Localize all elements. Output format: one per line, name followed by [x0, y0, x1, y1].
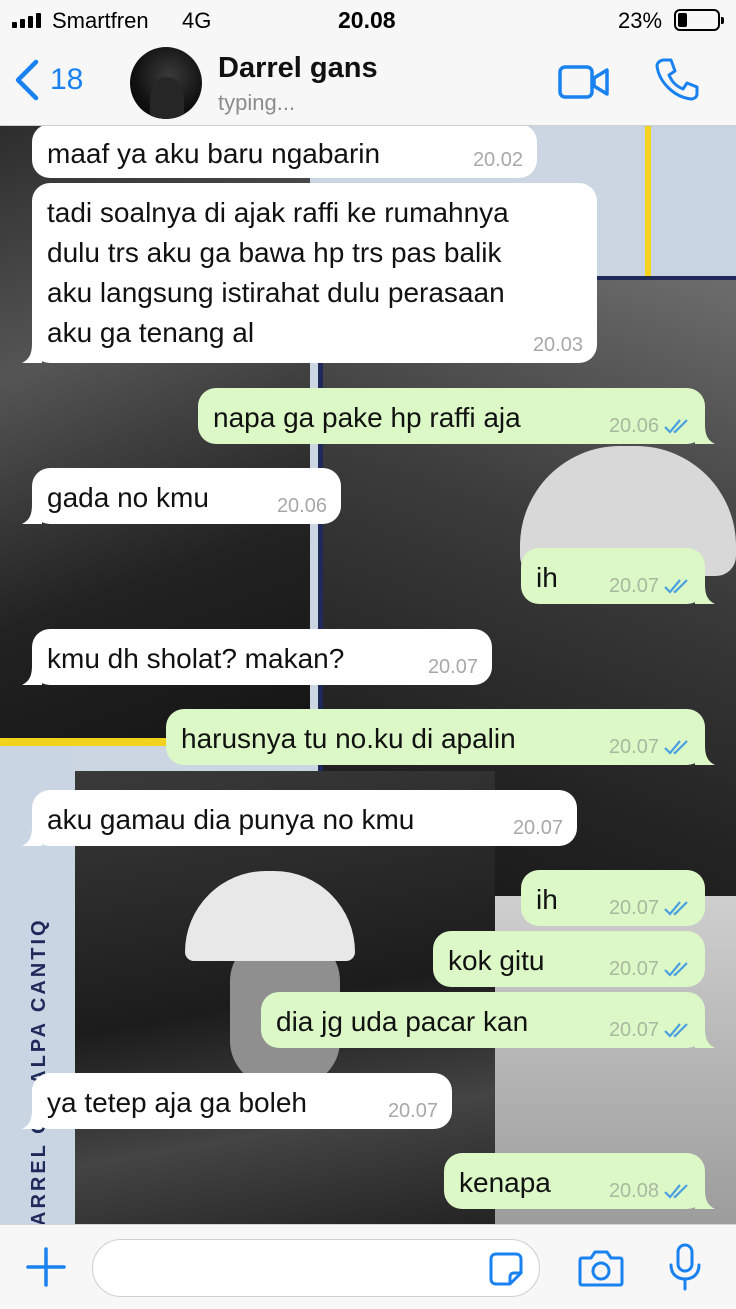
- message-text: ya tetep aja ga boleh: [47, 1087, 307, 1118]
- message-bubble-incoming[interactable]: kmu dh sholat? makan? 20.07: [22, 629, 492, 685]
- message-time: 20.07: [512, 817, 563, 839]
- message-meta: 20.07: [609, 957, 691, 981]
- message-text: kmu dh sholat? makan?: [47, 643, 345, 674]
- message-time: 20.07: [427, 656, 478, 678]
- chat-header: 18 Darrel gans typing...: [0, 40, 736, 126]
- message-text: ih: [536, 884, 558, 915]
- message-bubble-incoming[interactable]: aku gamau dia punya no kmu 20.07: [22, 790, 577, 846]
- message-time: 20.06: [276, 495, 327, 517]
- message-bubble-incoming[interactable]: maaf ya aku baru ngabarin 20.02: [32, 124, 537, 178]
- message-bubble-outgoing[interactable]: ih 20.07: [521, 870, 705, 926]
- read-ticks-icon: [664, 1023, 688, 1038]
- bubble-tail: [22, 826, 42, 846]
- background-stripe: [645, 126, 651, 276]
- message-bubble-incoming[interactable]: tadi soalnya di ajak raffi ke rumahnya d…: [22, 183, 597, 363]
- message-text: kenapa: [459, 1167, 551, 1198]
- read-ticks-icon: [664, 740, 688, 755]
- message-meta: 20.03: [533, 333, 583, 357]
- message-meta: 20.07: [609, 1018, 691, 1042]
- message-bubble-incoming[interactable]: gada no kmu 20.06: [22, 468, 341, 524]
- bubble-tail: [22, 1109, 42, 1129]
- message-time: 20.07: [387, 1100, 438, 1122]
- bubble-tail: [22, 665, 42, 685]
- message-text: napa ga pake hp raffi aja: [213, 402, 521, 433]
- message-text: maaf ya aku baru ngabarin: [47, 138, 381, 169]
- read-ticks-icon: [664, 901, 688, 916]
- message-bubble-outgoing[interactable]: dia jg uda pacar kan 20.07: [261, 992, 715, 1048]
- unread-count: 18: [50, 63, 84, 96]
- network-type: 4G: [182, 8, 212, 33]
- message-text: kok gitu: [448, 945, 545, 976]
- message-meta: 20.07: [513, 816, 563, 840]
- bubble-tail: [695, 1189, 715, 1209]
- battery-percentage: 23%: [618, 8, 663, 33]
- background-caption: ARREL G x ALPA CANTIQ: [28, 917, 50, 1224]
- camera-icon[interactable]: [578, 1249, 624, 1287]
- signal-strength-icon: [12, 12, 41, 28]
- read-ticks-icon: [664, 962, 688, 977]
- bubble-tail: [695, 745, 715, 765]
- message-meta: 20.07: [609, 574, 691, 598]
- message-meta: 20.07: [609, 896, 691, 920]
- message-text: gada no kmu: [47, 482, 209, 513]
- message-time: 20.07: [608, 736, 659, 758]
- message-time: 20.07: [608, 897, 659, 919]
- message-bubble-incoming[interactable]: ya tetep aja ga boleh 20.07: [22, 1073, 452, 1129]
- message-text: harusnya tu no.ku di apalin: [181, 723, 516, 754]
- contact-status: typing...: [218, 90, 296, 115]
- back-chevron-icon: [15, 59, 39, 101]
- phone-call-icon[interactable]: [654, 56, 700, 102]
- message-time: 20.07: [608, 958, 659, 980]
- message-time: 20.06: [608, 415, 659, 437]
- message-input-bar: [0, 1224, 736, 1309]
- microphone-icon[interactable]: [668, 1243, 702, 1291]
- message-text: dia jg uda pacar kan: [276, 1006, 529, 1037]
- bubble-tail: [695, 424, 715, 444]
- video-call-icon[interactable]: [558, 62, 610, 102]
- bubble-tail: [22, 504, 42, 524]
- battery-icon: [674, 9, 724, 31]
- message-meta: 20.07: [388, 1099, 438, 1123]
- message-meta: 20.07: [609, 735, 691, 759]
- message-time: 20.03: [532, 334, 583, 356]
- message-text: aku gamau dia punya no kmu: [47, 804, 415, 835]
- message-meta: 20.06: [277, 494, 327, 518]
- message-meta: 20.07: [428, 655, 478, 679]
- message-bubble-outgoing[interactable]: napa ga pake hp raffi aja 20.06: [198, 388, 715, 444]
- message-meta: 20.08: [609, 1179, 691, 1203]
- carrier-name: Smartfren: [52, 8, 149, 33]
- message-time: 20.07: [608, 1019, 659, 1041]
- contact-avatar[interactable]: [130, 47, 202, 119]
- bubble-tail: [695, 584, 715, 604]
- status-bar: Smartfren 4G 20.08 23%: [0, 0, 736, 40]
- message-bubble-outgoing[interactable]: kenapa 20.08: [444, 1153, 715, 1209]
- status-time: 20.08: [338, 7, 396, 33]
- message-meta: 20.06: [609, 414, 691, 438]
- background-photo: [640, 126, 736, 276]
- plus-icon[interactable]: [26, 1247, 66, 1287]
- message-text: ih: [536, 562, 558, 593]
- sticker-icon[interactable]: [488, 1251, 524, 1287]
- message-bubble-outgoing[interactable]: kok gitu 20.07: [433, 931, 705, 987]
- read-ticks-icon: [664, 419, 688, 434]
- message-time: 20.02: [472, 149, 523, 171]
- message-input[interactable]: [92, 1239, 540, 1297]
- read-ticks-icon: [664, 579, 688, 594]
- message-bubble-outgoing[interactable]: ih 20.07: [521, 548, 715, 604]
- contact-name[interactable]: Darrel gans: [218, 52, 378, 85]
- back-button[interactable]: 18: [12, 58, 83, 102]
- message-bubble-outgoing[interactable]: harusnya tu no.ku di apalin 20.07: [166, 709, 715, 765]
- message-text: tadi soalnya di ajak raffi ke rumahnya d…: [47, 197, 509, 348]
- bubble-tail: [695, 1028, 715, 1048]
- message-time: 20.07: [608, 575, 659, 597]
- message-time: 20.08: [608, 1180, 659, 1202]
- bubble-tail: [22, 343, 42, 363]
- message-meta: 20.02: [473, 148, 523, 172]
- read-ticks-icon: [664, 1184, 688, 1199]
